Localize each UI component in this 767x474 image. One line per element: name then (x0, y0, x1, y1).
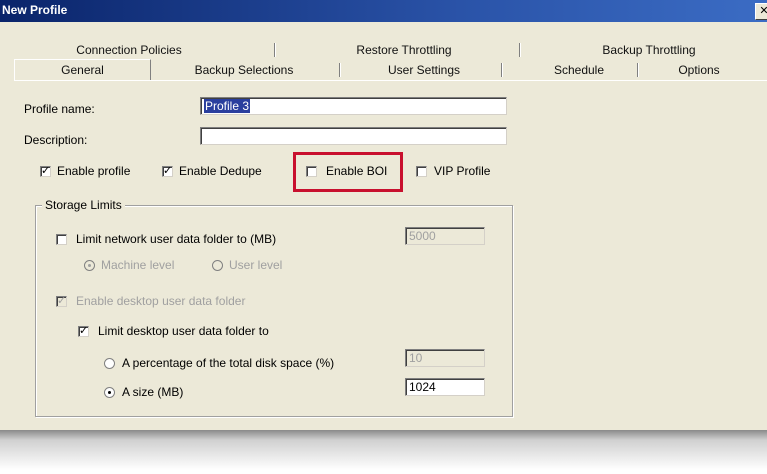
limit-network-input[interactable]: 5000 (405, 227, 485, 245)
limit-network-checkbox[interactable] (56, 234, 67, 245)
tab-user-settings[interactable]: User Settings (359, 61, 489, 79)
percentage-label: A percentage of the total disk space (%) (122, 356, 335, 370)
enable-desktop-label: Enable desktop user data folder (76, 294, 246, 308)
tab-row-back: Connection Policies Restore Throttling B… (14, 41, 767, 59)
percentage-input[interactable]: 10 (405, 349, 485, 367)
profile-name-value: Profile 3 (204, 99, 251, 113)
tab-divider (519, 43, 521, 57)
close-icon[interactable]: ✕ (755, 3, 767, 20)
enable-desktop-checkbox[interactable]: ✓ (56, 296, 67, 307)
tab-options[interactable]: Options (644, 61, 754, 79)
tab-backup-selections[interactable]: Backup Selections (174, 61, 314, 79)
tab-connection-policies[interactable]: Connection Policies (44, 41, 214, 59)
vip-profile-checkbox[interactable] (416, 166, 427, 177)
tab-divider (339, 63, 341, 77)
profile-name-input[interactable]: Profile 3 (200, 97, 507, 115)
vip-profile-label: VIP Profile (434, 164, 491, 178)
tab-general[interactable]: General (14, 59, 151, 80)
tab-row-front: General Backup Selections User Settings … (14, 59, 767, 80)
enable-profile-checkbox[interactable]: ✓ (40, 166, 51, 177)
tab-divider (274, 43, 276, 57)
size-radio[interactable] (104, 387, 115, 398)
tab-backup-throttling[interactable]: Backup Throttling (579, 41, 719, 59)
limit-desktop-label: Limit desktop user data folder to (98, 324, 269, 338)
enable-profile-label: Enable profile (57, 164, 131, 178)
tab-divider (501, 63, 503, 77)
storage-limits-title: Storage Limits (42, 198, 125, 212)
enable-dedupe-checkbox[interactable]: ✓ (162, 166, 173, 177)
tab-schedule[interactable]: Schedule (524, 61, 634, 79)
description-input[interactable] (200, 127, 507, 145)
dialog-title: New Profile (2, 3, 68, 17)
tab-divider (637, 63, 639, 77)
tab-restore-throttling[interactable]: Restore Throttling (334, 41, 474, 59)
user-level-label: User level (229, 258, 283, 272)
machine-level-radio[interactable] (84, 260, 95, 271)
title-bar: New Profile ✕ (0, 0, 767, 22)
machine-level-label: Machine level (101, 258, 175, 272)
size-input[interactable]: 1024 (405, 378, 485, 396)
limit-desktop-checkbox[interactable]: ✓ (78, 326, 89, 337)
new-profile-dialog: New Profile ✕ Connection Policies Restor… (0, 0, 767, 430)
tab-panel-edge (14, 80, 767, 81)
profile-name-label: Profile name: (24, 102, 95, 116)
enable-dedupe-label: Enable Dedupe (179, 164, 262, 178)
description-label: Description: (24, 133, 88, 147)
user-level-radio[interactable] (212, 260, 223, 271)
percentage-radio[interactable] (104, 358, 115, 369)
size-label: A size (MB) (122, 385, 184, 399)
window-shadow (0, 430, 767, 474)
limit-network-label: Limit network user data folder to (MB) (76, 232, 277, 246)
boi-highlight-box (293, 152, 403, 192)
